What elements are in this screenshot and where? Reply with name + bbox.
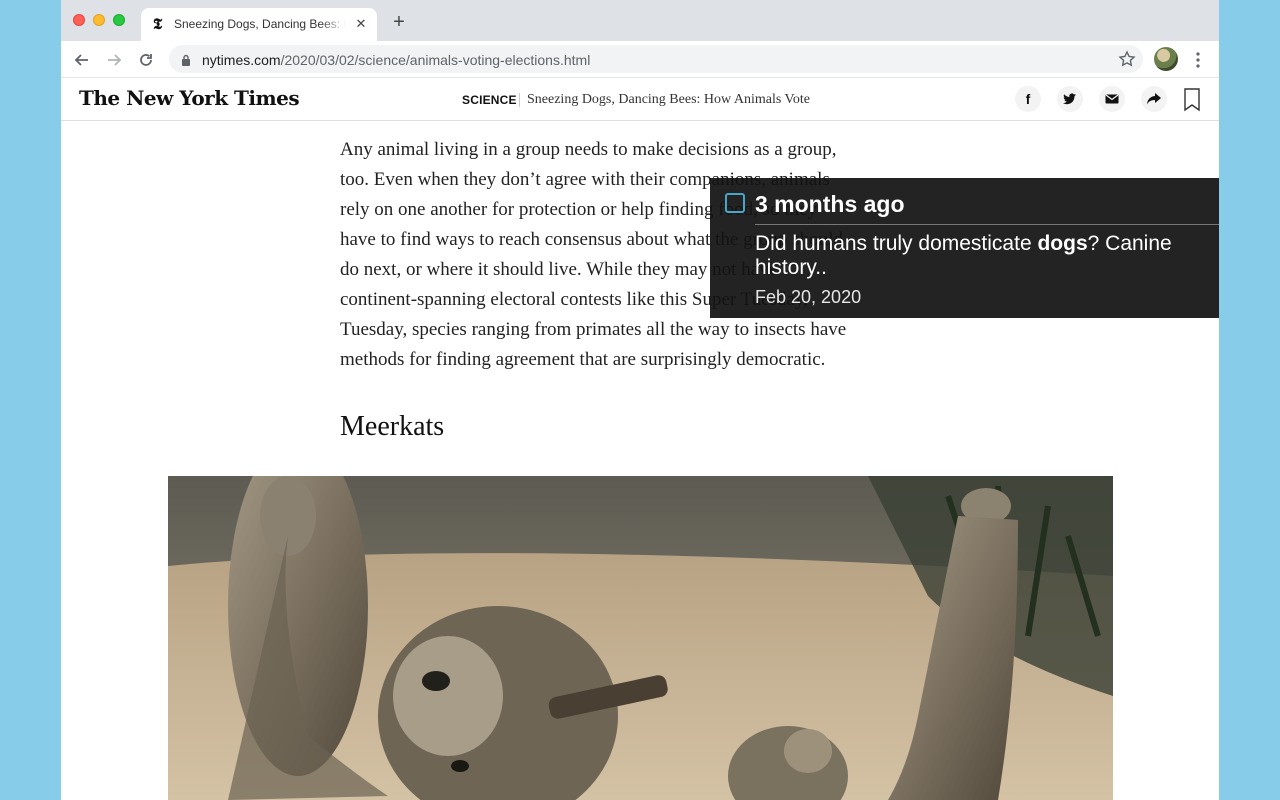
twitter-icon [1063,93,1076,105]
new-tab-button[interactable]: + [389,12,409,32]
email-icon [1105,94,1119,104]
popup-checkbox[interactable] [725,193,745,213]
forward-arrow-icon[interactable] [103,49,125,71]
facebook-icon: f [1025,91,1031,107]
site-header: The New York Times SCIENCE Sneezing Dogs… [61,78,1219,121]
reload-icon[interactable] [135,49,157,71]
back-arrow-icon[interactable] [71,49,93,71]
popup-title[interactable]: Did humans truly domesticate dogs? Canin… [755,232,1210,280]
nyt-favicon-icon: 𝕿 [153,15,163,33]
share-arrow-icon [1147,93,1161,105]
address-bar[interactable]: nytimes.com/2020/03/02/science/animals-v… [169,45,1143,73]
history-popup[interactable]: 3 months ago Did humans truly domesticat… [710,178,1219,318]
section-label[interactable]: SCIENCE [462,93,517,107]
facebook-share-button[interactable]: f [1015,86,1041,112]
header-divider [519,93,520,107]
kebab-menu-icon[interactable] [1189,50,1207,70]
minimize-window-button[interactable] [93,14,105,26]
popup-title-before: Did humans truly domesticate [755,232,1038,255]
paragraph-line: Any animal living in a group needs to ma… [340,139,837,160]
lock-icon [181,53,191,66]
tab-strip: 𝕿 Sneezing Dogs, Dancing Bees: How Anima… [61,0,1219,41]
zoom-window-button[interactable] [113,14,125,26]
nyt-logo[interactable]: The New York Times [79,86,300,110]
popup-relative-time: 3 months ago [755,191,905,217]
url-domain: nytimes.com [202,52,281,68]
url-text[interactable]: nytimes.com/2020/03/02/science/animals-v… [202,52,590,68]
email-share-button[interactable] [1099,86,1125,112]
browser-tab-active[interactable]: 𝕿 Sneezing Dogs, Dancing Bees: How Anima… [141,8,377,41]
paragraph-line: methods for finding agreement that are s… [340,349,826,370]
browser-window: 𝕿 Sneezing Dogs, Dancing Bees: How Anima… [61,0,1219,800]
bookmark-icon[interactable] [1183,88,1201,112]
section-subhead: Meerkats [340,411,445,442]
avatar[interactable] [1154,47,1178,71]
tab-title: Sneezing Dogs, Dancing Bees: How Animals… [174,17,346,31]
popup-title-keyword: dogs [1037,232,1088,255]
twitter-share-button[interactable] [1057,86,1083,112]
meerkats-photo [168,476,1113,800]
browser-toolbar: nytimes.com/2020/03/02/science/animals-v… [61,41,1219,78]
url-path: /2020/03/02/science/animals-voting-elect… [280,52,591,68]
meerkats-image [168,476,1113,800]
paragraph-line: Tuesday, species ranging from primates a… [340,319,847,340]
star-icon[interactable] [1118,50,1136,68]
popup-date: Feb 20, 2020 [755,287,862,307]
header-headline: Sneezing Dogs, Dancing Bees: How Animals… [527,92,810,107]
popup-divider [755,224,1219,225]
close-tab-icon[interactable]: ✕ [353,16,369,32]
close-window-button[interactable] [73,14,85,26]
more-share-button[interactable] [1141,86,1167,112]
